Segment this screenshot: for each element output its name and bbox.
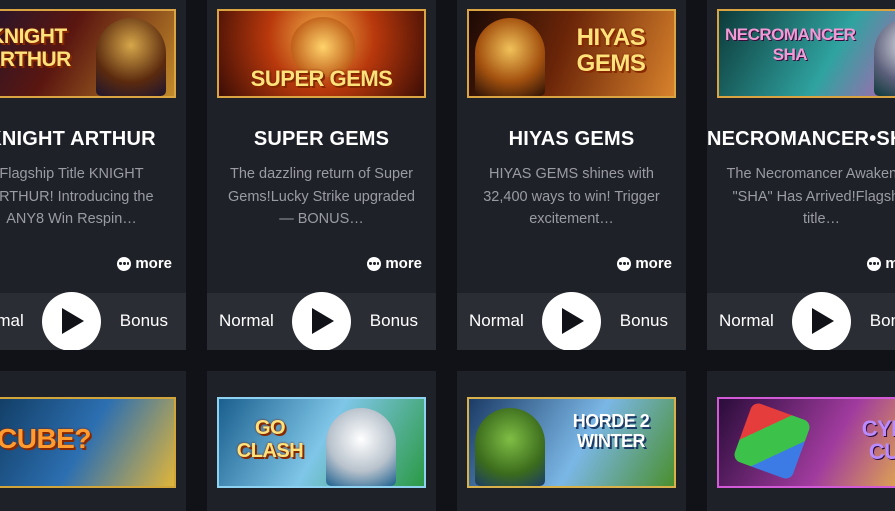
game-card: HIYAS GEMS HIYAS GEMS HIYAS GEMS shines … — [457, 0, 686, 350]
game-title: NECROMANCER•SHA — [707, 128, 895, 150]
bonus-mode-button[interactable]: Bonus — [870, 311, 895, 331]
game-logo: HORDE 2 WINTER — [572, 411, 650, 451]
game-thumbnail[interactable]: KNIGHT ARTHUR — [0, 9, 176, 98]
normal-mode-button[interactable]: Normal — [469, 311, 524, 331]
character-image — [874, 18, 895, 96]
game-description: HIYAS GEMS shines with 32,400 ways to wi… — [483, 166, 660, 227]
game-description: The dazzling return of Super Gems!Lucky … — [228, 166, 415, 227]
character-image — [475, 18, 545, 96]
normal-mode-button[interactable]: Normal — [219, 311, 274, 331]
game-title: SUPER GEMS — [253, 128, 390, 150]
game-logo: KNIGHT ARTHUR — [0, 25, 71, 71]
game-description: The Necromancer Awakens – "SHA" Has Arri… — [726, 166, 895, 227]
game-card: SUPER GEMS SUPER GEMS The dazzling retur… — [207, 0, 436, 350]
play-button[interactable] — [42, 292, 101, 350]
game-thumbnail[interactable]: SUPER GEMS — [217, 9, 426, 98]
game-logo: NECROMANCER SHA — [725, 25, 856, 64]
character-image — [475, 408, 545, 486]
game-title: KNIGHT ARTHUR — [0, 128, 156, 150]
play-button[interactable] — [542, 292, 601, 350]
game-card: GO CLASH — [207, 371, 436, 511]
more-icon — [367, 256, 382, 271]
play-button[interactable] — [792, 292, 851, 350]
more-link[interactable]: more — [617, 255, 672, 272]
bonus-mode-button[interactable]: Bonus — [620, 311, 668, 331]
bonus-mode-button[interactable]: Bonus — [120, 311, 168, 331]
more-link[interactable]: more — [367, 255, 422, 272]
game-thumbnail[interactable]: CYBER CUBE — [717, 397, 895, 488]
normal-mode-button[interactable]: Normal — [719, 311, 774, 331]
more-icon — [117, 256, 132, 271]
game-logo: CYBER CUBE — [861, 416, 895, 464]
game-description: Flagship Title KNIGHT ARTHUR! Introducin… — [0, 166, 154, 227]
game-logo: HIYAS GEMS — [576, 24, 646, 77]
more-link[interactable]: more — [867, 255, 895, 272]
play-icon — [562, 308, 584, 334]
game-thumbnail[interactable]: NECROMANCER SHA — [717, 9, 895, 98]
play-bar: Normal Bonus — [707, 292, 895, 350]
game-card: NECROMANCER SHA NECROMANCER•SHA The Necr… — [707, 0, 895, 350]
character-image — [96, 18, 166, 96]
game-thumbnail[interactable]: HORDE 2 WINTER — [467, 397, 676, 488]
normal-mode-button[interactable]: Normal — [0, 311, 24, 331]
game-card: KNIGHT ARTHUR KNIGHT ARTHUR Flagship Tit… — [0, 0, 186, 350]
play-bar: Normal Bonus — [0, 292, 186, 350]
game-thumbnail[interactable]: HIYAS GEMS — [467, 9, 676, 98]
game-card: CYBER CUBE — [707, 371, 895, 511]
game-logo: CUBE? — [0, 423, 91, 454]
play-icon — [62, 308, 84, 334]
game-thumbnail[interactable]: CUBE? — [0, 397, 176, 488]
more-link[interactable]: more — [117, 255, 172, 272]
more-icon — [867, 256, 882, 271]
play-bar: Normal Bonus — [457, 292, 686, 350]
game-thumbnail[interactable]: GO CLASH — [217, 397, 426, 488]
play-icon — [312, 308, 334, 334]
play-bar: Normal Bonus — [207, 292, 436, 350]
play-button[interactable] — [292, 292, 351, 350]
game-card: HORDE 2 WINTER — [457, 371, 686, 511]
play-icon — [812, 308, 834, 334]
game-logo: SUPER GEMS — [250, 66, 393, 91]
bonus-mode-button[interactable]: Bonus — [370, 311, 418, 331]
character-image — [732, 401, 812, 481]
more-icon — [617, 256, 632, 271]
game-title: HIYAS GEMS — [508, 128, 635, 150]
game-logo: GO CLASH — [236, 417, 304, 462]
character-image — [326, 408, 396, 486]
game-card: CUBE? — [0, 371, 186, 511]
